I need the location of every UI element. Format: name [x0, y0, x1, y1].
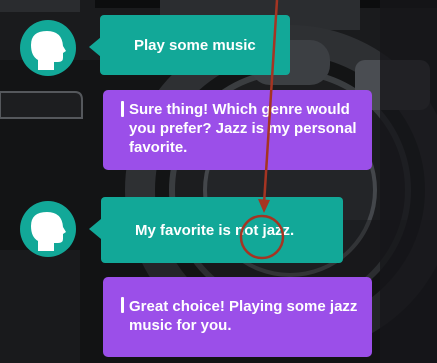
message-text: Great choice! Playing some jazz music fo… — [129, 298, 358, 334]
message-text: Play some music — [134, 37, 256, 54]
user-message-bubble: My favorite is not jazz. — [101, 197, 343, 263]
user-head-icon — [31, 31, 66, 70]
user-avatar-1 — [20, 20, 76, 76]
bubble-tail — [89, 219, 101, 239]
user-head-icon — [31, 212, 66, 251]
assistant-message-bubble: Sure thing! Which genre would you prefer… — [103, 90, 372, 170]
user-avatar-2 — [20, 201, 76, 257]
assistant-message-bubble: Great choice! Playing some jazz music fo… — [103, 277, 372, 357]
user-message-bubble: Play some music — [100, 15, 290, 75]
message-text: Sure thing! Which genre would you prefer… — [129, 101, 357, 156]
quote-bar — [121, 101, 124, 117]
message-text: My favorite is not jazz. — [135, 222, 295, 239]
quote-bar — [121, 297, 124, 313]
